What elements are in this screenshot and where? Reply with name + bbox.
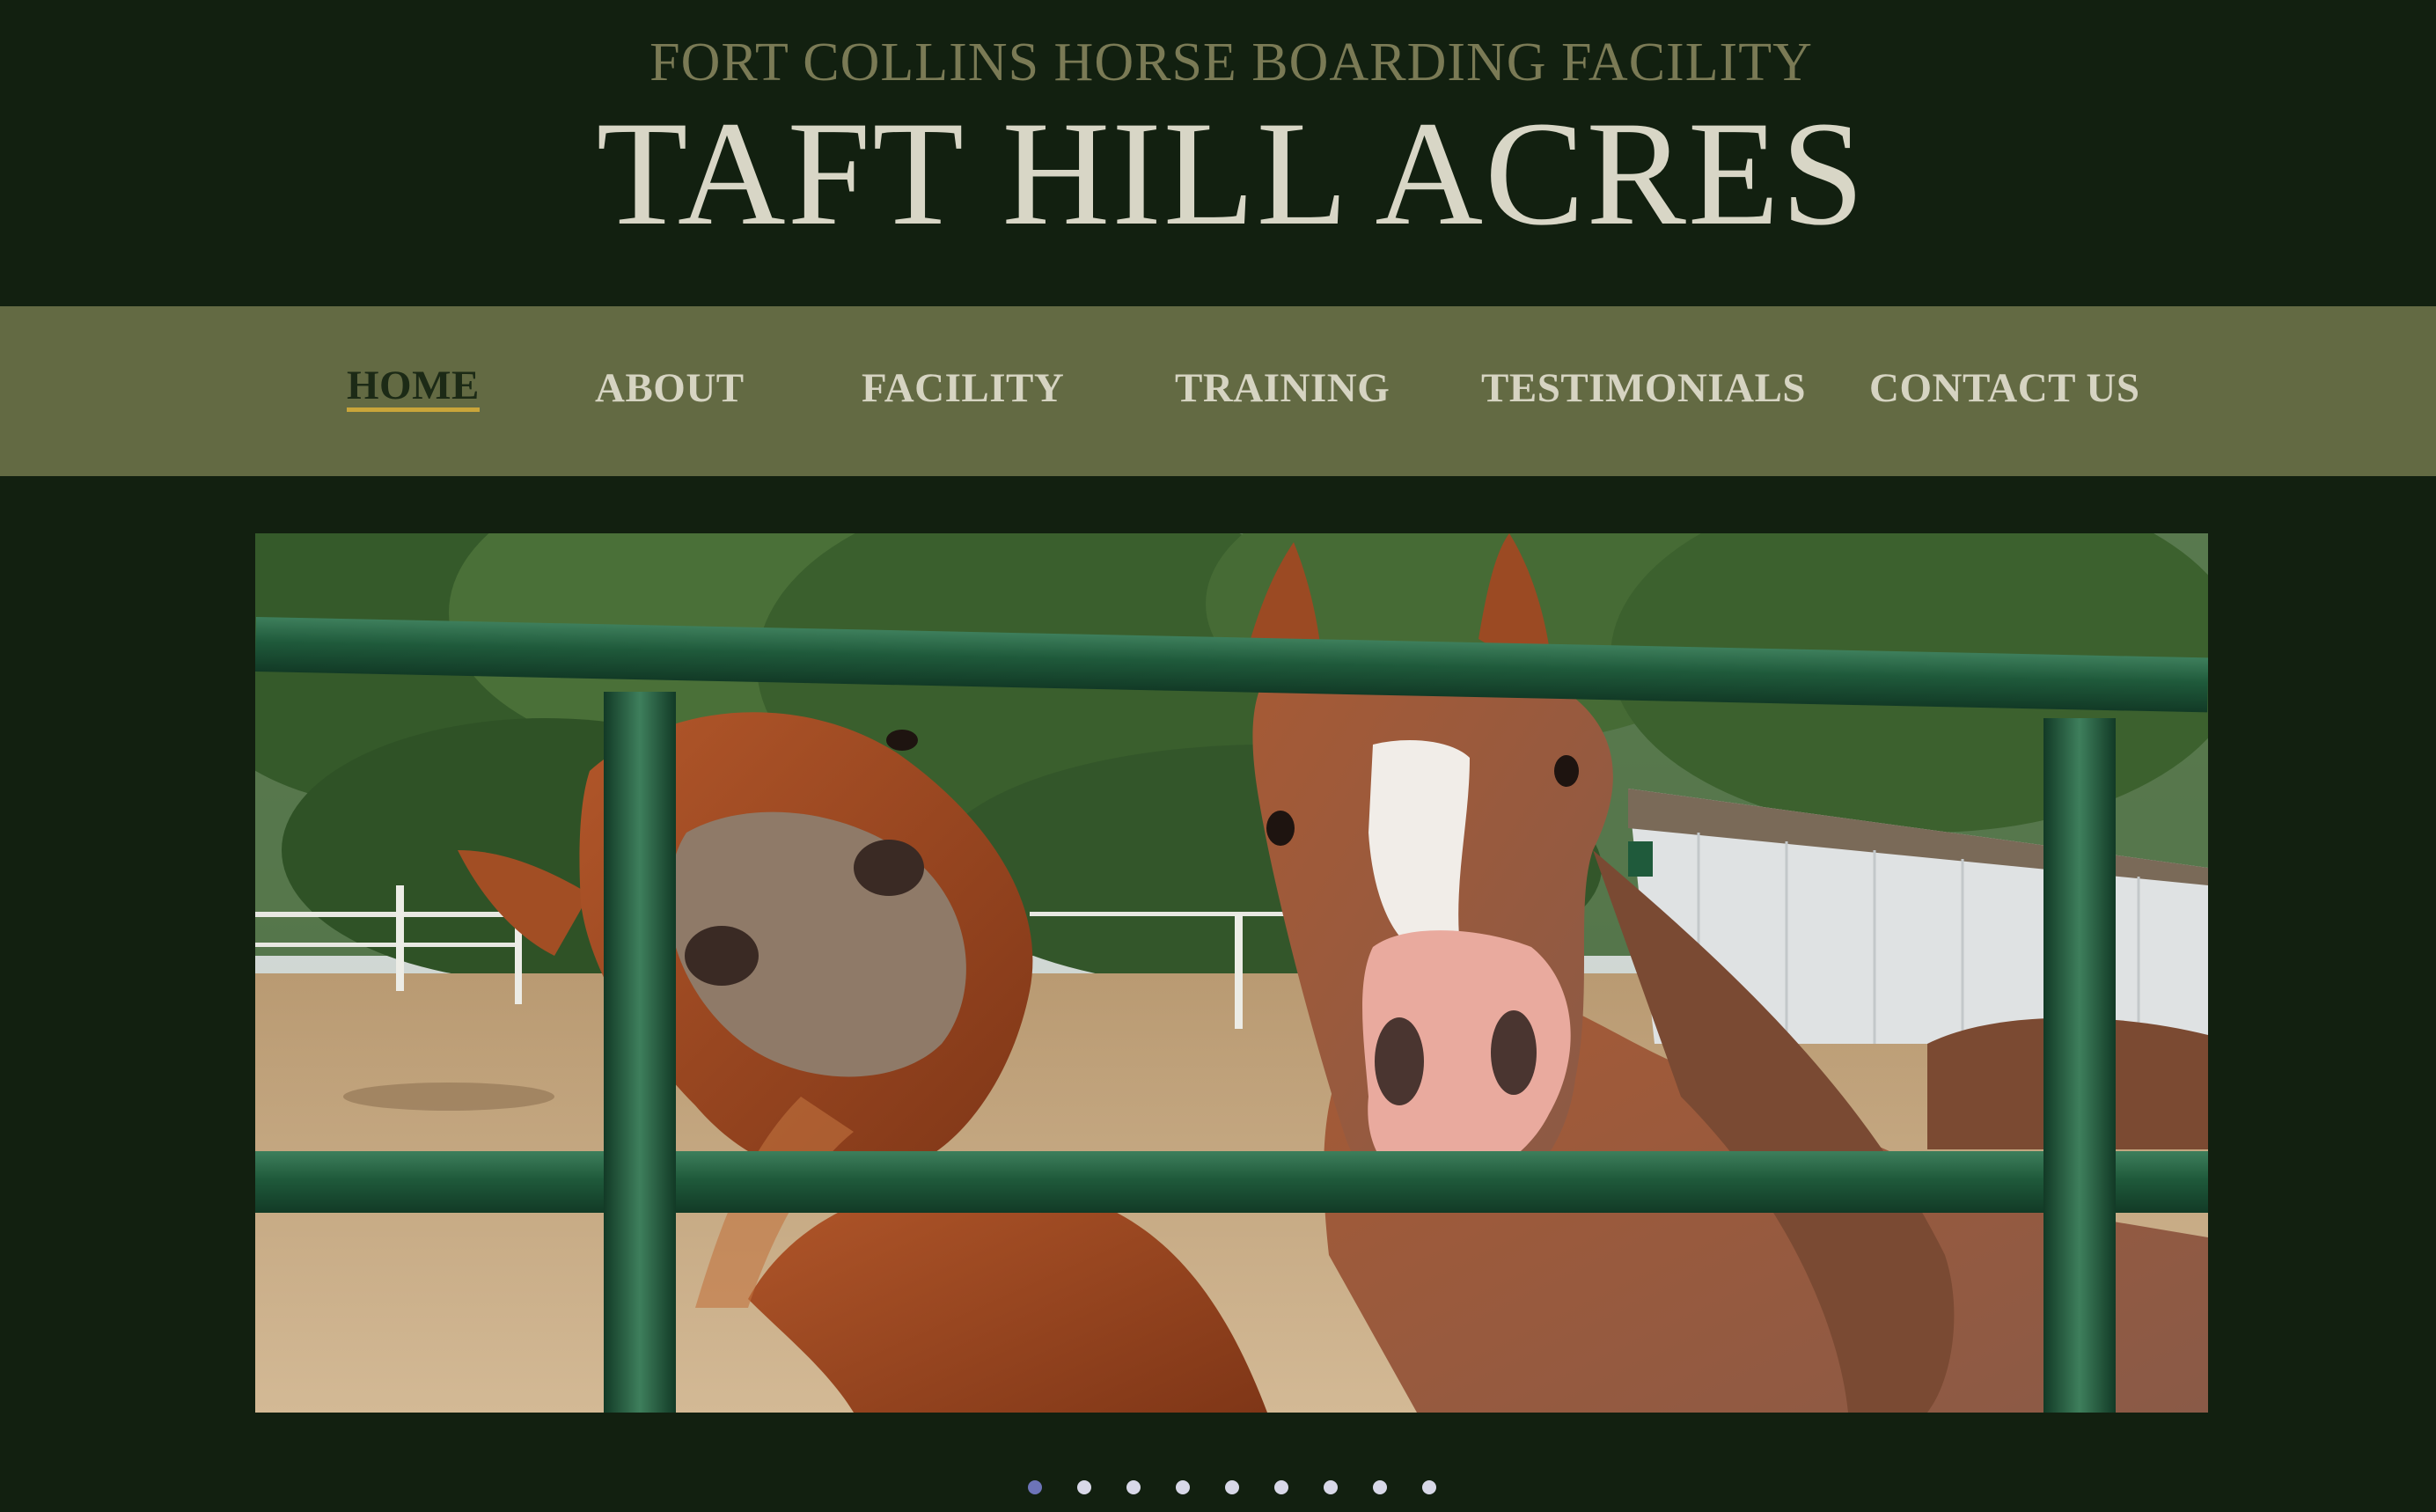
slide-dot-5[interactable] <box>1225 1480 1239 1494</box>
slide-dot-8[interactable] <box>1373 1480 1387 1494</box>
nav-item-facility[interactable]: FACILITY <box>862 364 1064 412</box>
nav-item-about[interactable]: ABOUT <box>595 364 745 412</box>
site-header: FORT COLLINS HORSE BOARDING FACILITY TAF… <box>0 0 2436 306</box>
horses-photo <box>255 533 2208 1413</box>
slide-dot-6[interactable] <box>1274 1480 1288 1494</box>
nav-item-home[interactable]: HOME <box>347 363 480 413</box>
hero-slideshow-image[interactable] <box>255 533 2208 1413</box>
slide-dot-9[interactable] <box>1422 1480 1436 1494</box>
site-subtitle: FORT COLLINS HORSE BOARDING FACILITY <box>649 33 1813 92</box>
nav-item-testimonials[interactable]: TESTIMONIALS <box>1481 364 1806 412</box>
slideshow-pagination <box>0 1480 2436 1498</box>
site-title[interactable]: TAFT HILL ACRES <box>0 99 2436 248</box>
nav-item-contact-us[interactable]: CONTACT US <box>1869 364 2140 412</box>
main-nav: HOME ABOUT FACILITY TRAINING TESTIMONIAL… <box>0 306 2436 476</box>
slide-dot-4[interactable] <box>1176 1480 1190 1494</box>
nav-item-training[interactable]: TRAINING <box>1175 364 1390 412</box>
slide-dot-2[interactable] <box>1077 1480 1091 1494</box>
slide-dot-3[interactable] <box>1126 1480 1141 1494</box>
slide-dot-1[interactable] <box>1028 1480 1042 1494</box>
slide-dot-7[interactable] <box>1324 1480 1338 1494</box>
